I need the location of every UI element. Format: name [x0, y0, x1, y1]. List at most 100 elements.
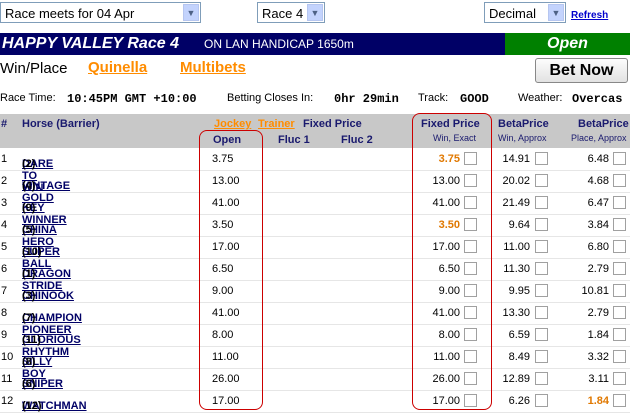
track-label: Track:	[418, 92, 449, 104]
runner-number: 12	[1, 395, 14, 407]
runner-number: 6	[1, 263, 8, 275]
track-value: GOOD	[460, 92, 489, 106]
runner-beta-place: 6.47	[587, 197, 609, 209]
header-beta-place: BetaPrice	[578, 118, 629, 130]
header-beta-place-sub: Place, Approx	[571, 133, 627, 143]
runner-barrier: (8)	[22, 356, 36, 368]
beta-win-checkbox[interactable]	[535, 240, 548, 253]
beta-win-checkbox[interactable]	[535, 174, 548, 187]
beta-place-checkbox[interactable]	[613, 152, 626, 165]
betting-closes-value: 0hr 29min	[334, 92, 399, 106]
runner-beta-place: 3.84	[587, 219, 609, 231]
race-title-bar: HAPPY VALLEY Race 4 ON LAN HANDICAP 1650…	[0, 33, 630, 55]
header-beta-win: BetaPrice	[498, 118, 549, 130]
weather-value: Overcas	[572, 92, 623, 106]
beta-win-checkbox[interactable]	[535, 372, 548, 385]
top-toolbar: Race meets for 04 Apr ▼ Race 4 ▼ Decimal…	[0, 0, 630, 30]
race-select[interactable]: Race 4 ▼	[257, 2, 325, 23]
runner-number: 10	[1, 351, 14, 363]
runner-beta-win: 9.95	[508, 285, 530, 297]
table-row: 12 WATCHMAN (12) 17.00 17.00 6.26 1.84	[0, 390, 630, 413]
bet-type-nav: Win/Place Quinella Multibets Bet Now	[0, 58, 630, 84]
beta-win-checkbox[interactable]	[535, 394, 548, 407]
beta-win-checkbox[interactable]	[535, 196, 548, 209]
beta-place-checkbox[interactable]	[613, 174, 626, 187]
runner-beta-place: 3.11	[588, 373, 609, 385]
beta-place-checkbox[interactable]	[613, 218, 626, 231]
table-row: 8 CHAMPION PIONEER (7) 41.00 41.00 13.30 2.79	[0, 302, 630, 336]
beta-win-checkbox[interactable]	[535, 218, 548, 231]
runner-barrier: (12)	[22, 400, 42, 412]
race-select-value: Race 4	[262, 6, 304, 21]
beta-place-checkbox[interactable]	[613, 372, 626, 385]
runner-beta-place: 4.68	[587, 175, 609, 187]
runner-number: 1	[1, 153, 8, 165]
chevron-down-icon[interactable]: ▼	[183, 4, 199, 21]
chevron-down-icon[interactable]: ▼	[548, 4, 564, 21]
runner-beta-win: 8.49	[508, 351, 530, 363]
header-jockey-link[interactable]: Jockey	[214, 118, 251, 130]
runner-barrier: (4)	[22, 180, 36, 192]
runner-beta-win: 21.49	[502, 197, 530, 209]
header-fixed-price-group: Fixed Price	[303, 118, 362, 130]
runner-number: 7	[1, 285, 8, 297]
tab-multibets[interactable]: Multibets	[180, 59, 246, 76]
runner-beta-place: 2.79	[587, 263, 609, 275]
table-row: 11 SNIPER (6) 26.00 26.00 12.89 3.11	[0, 368, 630, 391]
header-fluc2: Fluc 2	[341, 134, 373, 146]
chevron-down-icon[interactable]: ▼	[307, 4, 323, 21]
runner-barrier: (7)	[22, 312, 36, 324]
refresh-link[interactable]: Refresh	[571, 10, 608, 21]
beta-place-checkbox[interactable]	[613, 306, 626, 319]
runner-barrier: (11)	[22, 334, 41, 346]
table-header: # Horse (Barrier) Jockey Trainer Fixed P…	[0, 114, 630, 148]
beta-place-checkbox[interactable]	[613, 284, 626, 297]
header-trainer-link[interactable]: Trainer	[258, 118, 295, 130]
runner-number: 5	[1, 241, 8, 253]
beta-win-checkbox[interactable]	[535, 262, 548, 275]
odds-format-select-value: Decimal	[489, 6, 536, 21]
tab-win-place[interactable]: Win/Place	[0, 60, 68, 77]
meeting-select-value: Race meets for 04 Apr	[5, 6, 135, 21]
meeting-select[interactable]: Race meets for 04 Apr ▼	[0, 2, 201, 23]
header-horse[interactable]: Horse (Barrier)	[22, 118, 100, 130]
runner-beta-place: 6.80	[587, 241, 609, 253]
runner-beta-win: 12.89	[502, 373, 530, 385]
header-number: #	[1, 118, 8, 130]
odds-format-select[interactable]: Decimal ▼	[484, 2, 566, 23]
bet-now-button[interactable]: Bet Now	[535, 58, 628, 83]
beta-place-checkbox[interactable]	[613, 240, 626, 253]
beta-win-checkbox[interactable]	[535, 284, 548, 297]
runner-number: 4	[1, 219, 8, 231]
runner-beta-win: 11.00	[503, 241, 530, 253]
runner-barrier: (2)	[22, 158, 36, 170]
table-row: 10 SILLY BOY (8) 11.00 11.00 8.49 3.32	[0, 346, 630, 380]
runner-beta-place: 1.84	[587, 329, 609, 341]
table-row: 6 DRAGON STRIDE (1) 6.50 6.50 11.30 2.79	[0, 258, 630, 292]
weather-label: Weather:	[518, 92, 563, 104]
beta-place-checkbox[interactable]	[613, 196, 626, 209]
beta-win-checkbox[interactable]	[535, 350, 548, 363]
runner-beta-win: 20.02	[502, 175, 530, 187]
runner-beta-win: 11.30	[503, 263, 530, 275]
runner-beta-place: 10.81	[581, 285, 609, 297]
beta-place-checkbox[interactable]	[613, 394, 626, 407]
tab-quinella[interactable]: Quinella	[88, 59, 147, 76]
beta-win-checkbox[interactable]	[535, 328, 548, 341]
runner-beta-place: 3.32	[587, 351, 609, 363]
table-row: 4 CHINA HERO (5) 3.50 3.50 9.64 3.84	[0, 214, 630, 248]
runner-barrier: (6)	[22, 378, 36, 390]
beta-place-checkbox[interactable]	[613, 328, 626, 341]
annotation-oval-fixed-price	[412, 113, 492, 410]
beta-place-checkbox[interactable]	[613, 262, 626, 275]
table-row: 9 GLORIOUS RHYTHM (11) 8.00 8.00 6.59 1.84	[0, 324, 630, 358]
race-subtitle: ON LAN HANDICAP 1650m	[204, 37, 354, 51]
race-status-badge: Open	[505, 33, 630, 55]
beta-win-checkbox[interactable]	[535, 306, 548, 319]
betting-closes-label: Betting Closes In:	[227, 92, 314, 104]
beta-win-checkbox[interactable]	[535, 152, 548, 165]
beta-place-checkbox[interactable]	[613, 350, 626, 363]
runner-beta-win: 6.59	[508, 329, 530, 341]
race-time-value: 10:45PM GMT +10:00	[67, 92, 197, 106]
runner-beta-place: 2.79	[587, 307, 609, 319]
